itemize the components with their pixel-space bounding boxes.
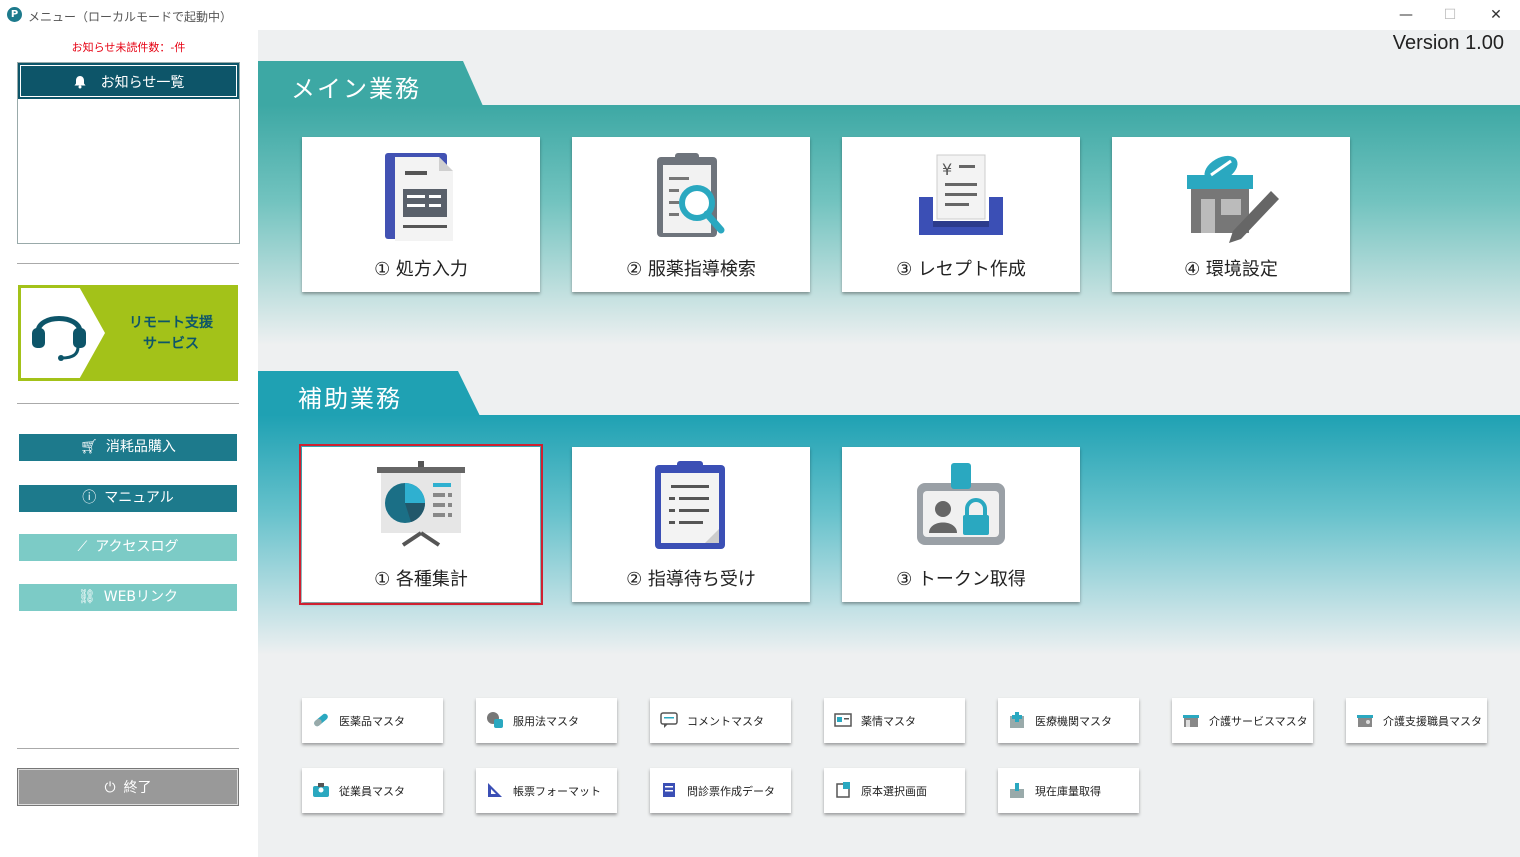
power-icon: ⏻ [104,780,116,796]
form-format-icon [488,783,502,797]
remote-support-label-1: リモート支援 [129,315,213,331]
medical-institution-master-button[interactable]: 医療機関マスタ [998,698,1139,743]
various-aggregation-label: ① 各種集計 [374,569,468,590]
manual-button[interactable]: ⓘ マニュアル [19,485,237,512]
care-staff-icon [1357,715,1373,727]
exit-label: 終了 [123,780,152,796]
medical-institution-master-label: 医療機関マスタ [1035,715,1112,728]
comment-master-label: コメントマスタ [687,715,764,728]
guidance-waiting-card[interactable]: ② 指導待ち受け [572,447,810,602]
questionnaire-icon [663,783,675,797]
questionnaire-data-label: 問診票作成データ [687,785,775,798]
aux-section-title: 補助業務 [298,385,402,413]
divider [17,403,239,404]
access-log-label: アクセスログ [95,539,179,555]
app-logo-icon: P [7,7,22,22]
prescription-input-card[interactable]: ① 処方入力 [302,137,540,292]
remote-support-label-2: サービス [143,336,199,352]
notice-list-label: お知らせ一覧 [100,75,185,91]
receipt-tray-icon: ¥ [919,154,1003,235]
medication-guidance-search-card[interactable]: ② 服薬指導検索 [572,137,810,292]
care-service-master-label: 介護サービスマスタ [1209,715,1308,728]
web-link-label: WEBリンク [103,589,179,605]
prescription-document-icon [385,153,453,241]
link-icon: ⛓ [77,589,96,605]
close-button[interactable]: ✕ [1481,4,1511,26]
sidebar: お知らせ未読件数：-件 お知らせ一覧 リモート支援 サービス 🛒︎ 消耗品購入 ⓘ… [0,30,257,857]
unread-notice-count: お知らせ未読件数：-件 [71,41,186,54]
comment-icon [660,712,678,728]
id-badge-lock-icon [917,463,1005,545]
various-aggregation-card[interactable]: ① 各種集計 [299,444,543,605]
employee-master-button[interactable]: 従業員マスタ [302,768,443,813]
question-icon: ⓘ [82,490,97,506]
hospital-icon [1010,712,1024,728]
medication-guidance-search-label: ② 服薬指導検索 [626,259,756,280]
main-section-title: メイン業務 [291,75,421,103]
token-acquisition-card[interactable]: ③ トークン取得 [842,447,1080,602]
supplies-purchase-button[interactable]: 🛒︎ 消耗品購入 [19,434,237,461]
original-selection-button[interactable]: 原本選択画面 [824,768,965,813]
access-log-button[interactable]: ⟋ アクセスログ [19,534,237,561]
current-inventory-label: 現在庫量取得 [1035,785,1101,798]
employee-icon [313,783,329,797]
token-acquisition-label: ③ トークン取得 [896,569,1026,590]
receipt-creation-label: ③ レセプト作成 [896,259,1026,280]
remote-support-button[interactable]: リモート支援 サービス [18,285,238,381]
drug-info-master-label: 薬情マスタ [861,715,916,728]
minimize-button[interactable]: — [1391,4,1421,26]
chart-line-icon: ⟋ [77,539,88,555]
employee-master-label: 従業員マスタ [339,785,405,798]
version-label: Version 1.00 [1392,32,1504,54]
window-title: メニュー（ローカルモードで起動中） [28,10,233,24]
drug-master-button[interactable]: 医薬品マスタ [302,698,443,743]
dosage-icon [487,712,503,728]
pill-icon [314,713,328,727]
guidance-waiting-label: ② 指導待ち受け [626,569,756,590]
divider [17,263,239,264]
clipboard-search-icon [657,153,725,237]
web-link-button[interactable]: ⛓ WEBリンク [19,584,237,611]
receipt-creation-card[interactable]: ¥ ③ レセプト作成 [842,137,1080,292]
svg-text:¥: ¥ [942,160,952,179]
supplies-purchase-label: 消耗品購入 [105,439,176,455]
aux-section-tab: 補助業務 [258,371,480,416]
notice-panel: お知らせ一覧 [17,62,240,244]
environment-settings-label: ④ 環境設定 [1184,259,1278,280]
headset-icon [32,316,86,361]
questionnaire-data-button[interactable]: 問診票作成データ [650,768,791,813]
dosage-master-button[interactable]: 服用法マスタ [476,698,617,743]
environment-settings-card[interactable]: ④ 環境設定 [1112,137,1350,292]
dosage-master-label: 服用法マスタ [513,715,579,728]
inventory-icon [1010,783,1024,798]
prescription-input-label: ① 処方入力 [374,259,468,280]
bell-icon [74,76,86,89]
notice-list-button[interactable]: お知らせ一覧 [18,63,239,99]
comment-master-button[interactable]: コメントマスタ [650,698,791,743]
form-format-label: 帳票フォーマット [513,785,601,798]
maximize-button[interactable]: ☐ [1435,4,1465,26]
care-service-icon [1183,715,1199,727]
form-format-button[interactable]: 帳票フォーマット [476,768,617,813]
title-bar: P メニュー（ローカルモードで起動中） — ☐ ✕ [0,0,1520,30]
original-select-icon [836,782,850,798]
care-support-staff-master-button[interactable]: 介護支援職員マスタ [1346,698,1487,743]
presentation-chart-icon [377,461,465,547]
divider [17,748,239,749]
care-support-staff-master-label: 介護支援職員マスタ [1383,715,1482,728]
original-selection-label: 原本選択画面 [861,785,927,798]
main-area: Version 1.00 メイン業務 ① 処方入力 ② 服薬指導検索 ¥ ③ レ… [258,30,1520,857]
care-service-master-button[interactable]: 介護サービスマスタ [1172,698,1313,743]
pharmacy-settings-icon [1187,155,1279,243]
drug-info-master-button[interactable]: 薬情マスタ [824,698,965,743]
drug-info-icon [834,713,852,727]
clipboard-list-icon [655,461,725,549]
manual-label: マニュアル [104,490,174,506]
main-section-tab: メイン業務 [258,61,483,106]
drug-master-label: 医薬品マスタ [339,715,405,728]
cart-icon: 🛒︎ [80,439,98,455]
current-inventory-button[interactable]: 現在庫量取得 [998,768,1139,813]
exit-button[interactable]: ⏻ 終了 [17,768,239,806]
